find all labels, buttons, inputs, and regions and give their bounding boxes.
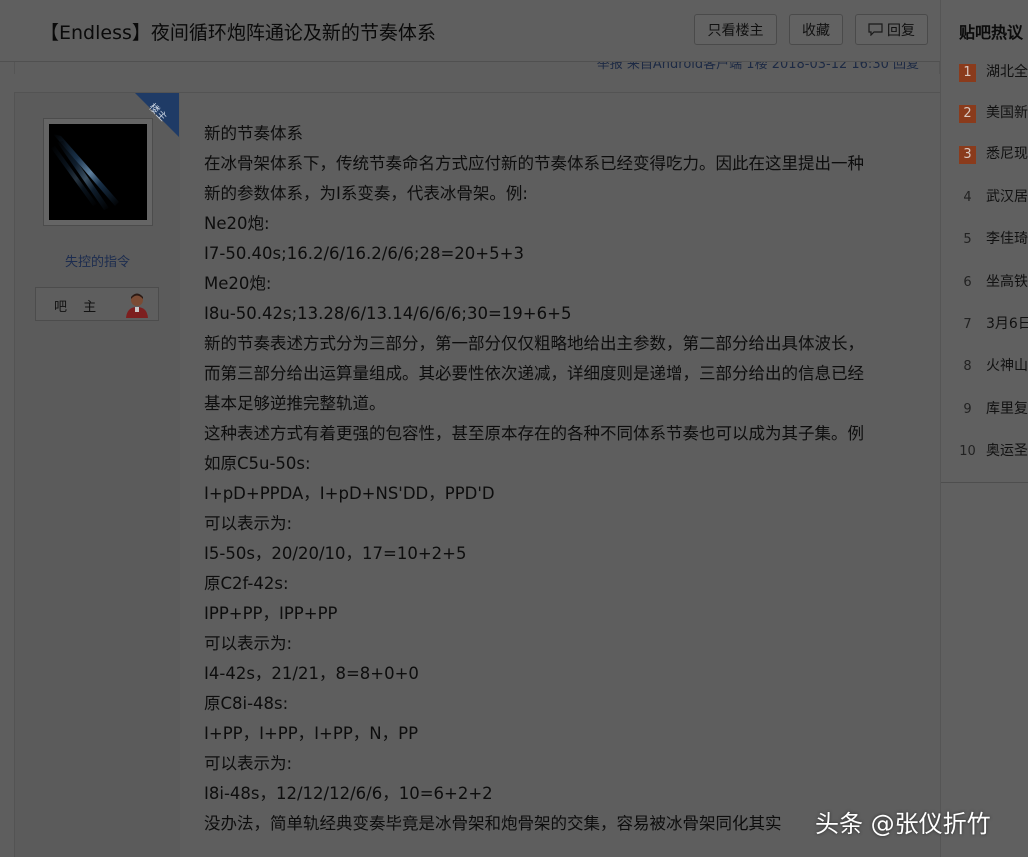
hot-topic-item[interactable]: 7 3月6日 (959, 313, 1028, 333)
post-line: 如原C5u-50s: (204, 454, 311, 473)
hot-topic-text: 悉尼现 (986, 146, 1028, 162)
post-line: 新的节奏表述方式分为三部分，第一部分仅仅粗略地给出主参数，第二部分给出具体波长， (204, 334, 864, 353)
rank-number: 1 (959, 64, 976, 82)
hot-topic-text: 奥运圣 (986, 443, 1028, 459)
post-line: I+pD+PPDA，I+pD+NS'DD，PPD'D (204, 484, 495, 503)
hot-topic-item[interactable]: 2 美国新 (959, 102, 1028, 123)
hot-topic-item[interactable]: 6 坐高铁 (959, 271, 1028, 291)
favorite-button[interactable]: 收藏 (789, 14, 843, 45)
speech-bubble-icon (868, 23, 883, 36)
post-line: I4-42s，21/21，8=8+0+0 (204, 664, 419, 683)
hot-topic-text: 李佳琦 (986, 231, 1028, 247)
author-panel: 楼主 失控的指令 吧 主 (15, 93, 180, 857)
user-avatar-icon (126, 293, 148, 318)
post-line: Ne20炮: (204, 214, 270, 233)
post-line: 这种表述方式有着更强的包容性，甚至原本存在的各种不同体系节奏也可以成为其子集。例 (204, 424, 864, 443)
rank-number: 8 (963, 359, 972, 374)
reply-button[interactable]: 回复 (855, 14, 928, 45)
only-op-button[interactable]: 只看楼主 (694, 14, 777, 45)
hot-topic-item[interactable]: 4 武汉居 (959, 186, 1028, 206)
sidebar-divider (941, 482, 1028, 483)
hot-topic-text: 库里复 (986, 401, 1028, 417)
post-line: I+PP，I+PP，I+PP，N，PP (204, 724, 419, 743)
post-line: 可以表示为: (204, 514, 293, 533)
rank-number: 3 (959, 146, 976, 164)
rank-number: 4 (963, 190, 972, 205)
post-line: IPP+PP，IPP+PP (204, 604, 338, 623)
post-floor-1: 楼主 失控的指令 吧 主 新的节奏体系 在冰骨架体系下，传统节奏命名方式应付新的… (14, 92, 940, 857)
rank-number: 2 (959, 105, 976, 123)
post-line: I8u-50.42s;13.28/6/13.14/6/6/6;30=19+6+5 (204, 304, 572, 323)
post-content: 新的节奏体系 在冰骨架体系下，传统节奏命名方式应付新的节奏体系已经变得吃力。因此… (204, 119, 924, 839)
rank-number: 10 (959, 444, 976, 459)
hot-topic-item[interactable]: 1 湖北全 (959, 61, 1028, 82)
hot-topic-text: 坐高铁 (986, 274, 1028, 290)
hot-topic-item[interactable]: 10 奥运圣 (959, 440, 1028, 460)
hot-topic-item[interactable]: 3 悉尼现 (959, 143, 1028, 164)
thread-header: 【Endless】夜间循环炮阵通论及新的节奏体系 只看楼主 收藏 回复 (0, 0, 940, 62)
author-name-link[interactable]: 失控的指令 (15, 251, 180, 270)
reply-button-label: 回复 (887, 22, 915, 39)
post-line: 在冰骨架体系下，传统节奏命名方式应付新的节奏体系已经变得吃力。因此在这里提出一种 (204, 154, 864, 173)
watermark: 头条 @张仪折竹 (815, 810, 991, 838)
post-meta-line: 举报 来自Android客户端 1楼 2018-03-12 16:30 回复 (596, 62, 919, 72)
post-line: 基本足够逆推完整轨道。 (204, 394, 386, 413)
hot-topics-sidebar: 贴吧热议 1 湖北全 2 美国新 3 悉尼现 4 武汉居 5 李佳琦 6 坐高铁 7 3月6日… (940, 0, 1028, 857)
role-badge: 吧 主 (35, 287, 159, 321)
post-line: Me20炮: (204, 274, 272, 293)
post-line: 可以表示为: (204, 754, 293, 773)
role-label: 吧 主 (54, 300, 103, 315)
avatar-image (49, 124, 147, 220)
avatar[interactable] (43, 118, 153, 226)
hot-topic-text: 美国新 (986, 105, 1028, 121)
post-line: I5-50s，20/20/10，17=10+2+5 (204, 544, 467, 563)
rank-number: 6 (963, 275, 972, 290)
post-meta-strip: 举报 来自Android客户端 1楼 2018-03-12 16:30 回复 (14, 62, 940, 74)
post-line: 可以表示为: (204, 634, 293, 653)
sidebar-title: 贴吧热议 (959, 23, 1024, 42)
hot-topic-text: 火神山 (986, 358, 1028, 374)
post-line: 原C8i-48s: (204, 694, 289, 713)
rank-number: 5 (963, 232, 972, 247)
hot-topic-text: 武汉居 (986, 189, 1028, 205)
hot-topic-text: 3月6日 (986, 316, 1028, 332)
page: 【Endless】夜间循环炮阵通论及新的节奏体系 只看楼主 收藏 回复 举报 来… (0, 0, 1028, 857)
post-line: 新的参数体系，为I系变奏，代表冰骨架。例: (204, 184, 528, 203)
hot-topic-item[interactable]: 5 李佳琦 (959, 228, 1028, 248)
thread-title: 【Endless】夜间循环炮阵通论及新的节奏体系 (40, 22, 436, 44)
post-line: 原C2f-42s: (204, 574, 289, 593)
hot-topic-item[interactable]: 8 火神山 (959, 355, 1028, 375)
rank-number: 7 (963, 317, 972, 332)
post-line: 新的节奏体系 (204, 124, 303, 143)
post-line: I7-50.40s;16.2/6/16.2/6/6;28=20+5+3 (204, 244, 524, 263)
post-line: 而第三部分给出运算量组成。其必要性依次递减，详细度则是递增，三部分给出的信息已经 (204, 364, 864, 383)
hot-topic-item[interactable]: 9 库里复 (959, 398, 1028, 418)
rank-number: 9 (963, 402, 972, 417)
hot-topic-text: 湖北全 (986, 64, 1028, 80)
